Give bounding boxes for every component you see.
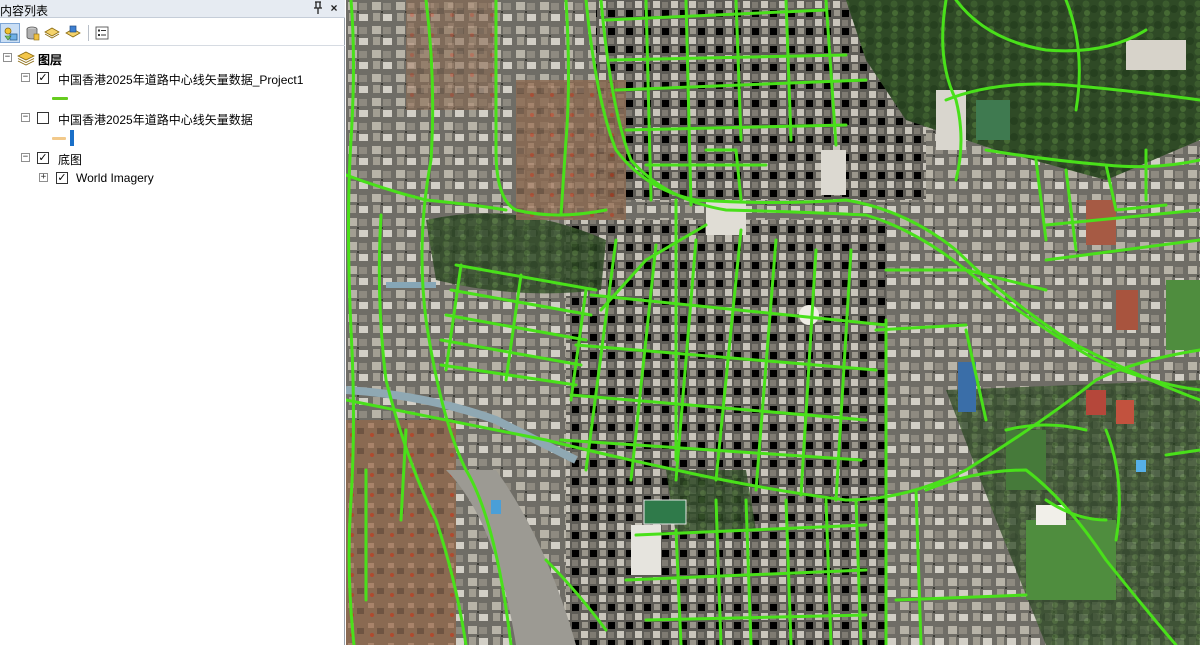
layers-icon: [17, 51, 35, 66]
basemap-visibility-checkbox[interactable]: ✓: [37, 152, 49, 164]
basemap-group-label: 底图: [58, 153, 83, 167]
toc-toolbar: [0, 20, 345, 46]
list-by-selection-icon: [65, 25, 81, 38]
toolbar-separator: [88, 25, 89, 41]
list-by-source-button[interactable]: [22, 23, 42, 43]
list-by-drawing-order-button[interactable]: [0, 23, 20, 43]
list-by-visibility-icon: [44, 27, 60, 39]
line-symbol-swatch[interactable]: [52, 137, 66, 140]
layer-label: 中国香港2025年道路中心线矢量数据: [58, 113, 253, 127]
map-view[interactable]: [346, 0, 1200, 645]
layers-group-label: 图层: [38, 53, 63, 67]
layer-label: 中国香港2025年道路中心线矢量数据_Project1: [58, 73, 304, 87]
list-by-source-icon: [26, 26, 40, 41]
layer-visibility-checkbox[interactable]: ✓: [37, 72, 49, 84]
layers-group-row[interactable]: − 图层: [0, 49, 340, 67]
options-icon: [95, 26, 109, 40]
symbol-accent-bar: [70, 130, 74, 146]
basemap-group-row[interactable]: − ✓ 底图: [0, 149, 340, 167]
layer-row-project1[interactable]: − ✓ 中国香港2025年道路中心线矢量数据_Project1: [0, 69, 340, 87]
close-icon[interactable]: ×: [327, 1, 341, 15]
satellite-imagery: [346, 0, 1200, 645]
collapse-icon[interactable]: −: [21, 113, 30, 122]
world-imagery-row[interactable]: + ✓ World Imagery: [0, 169, 340, 187]
panel-title: 内容列表: [0, 4, 49, 18]
list-drawing-order-icon: [4, 27, 18, 41]
collapse-icon[interactable]: −: [3, 53, 12, 62]
pin-icon[interactable]: [311, 1, 325, 15]
layer-row-original[interactable]: − 中国香港2025年道路中心线矢量数据: [0, 109, 340, 127]
collapse-icon[interactable]: −: [21, 73, 30, 82]
options-button[interactable]: [92, 23, 112, 43]
line-symbol-swatch[interactable]: [52, 97, 68, 100]
world-imagery-checkbox[interactable]: ✓: [56, 172, 68, 184]
panel-titlebar: 内容列表 ×: [0, 0, 345, 18]
collapse-icon[interactable]: −: [21, 153, 30, 162]
table-of-contents-panel: 内容列表 × − 图层 − ✓ 中国香港2025年道路中心线矢量数据_Proje…: [0, 0, 345, 645]
expand-icon[interactable]: +: [39, 173, 48, 182]
list-by-visibility-button[interactable]: [42, 23, 62, 43]
world-imagery-label: World Imagery: [76, 171, 154, 185]
list-by-selection-button[interactable]: [63, 23, 83, 43]
layer-visibility-checkbox[interactable]: [37, 112, 49, 124]
